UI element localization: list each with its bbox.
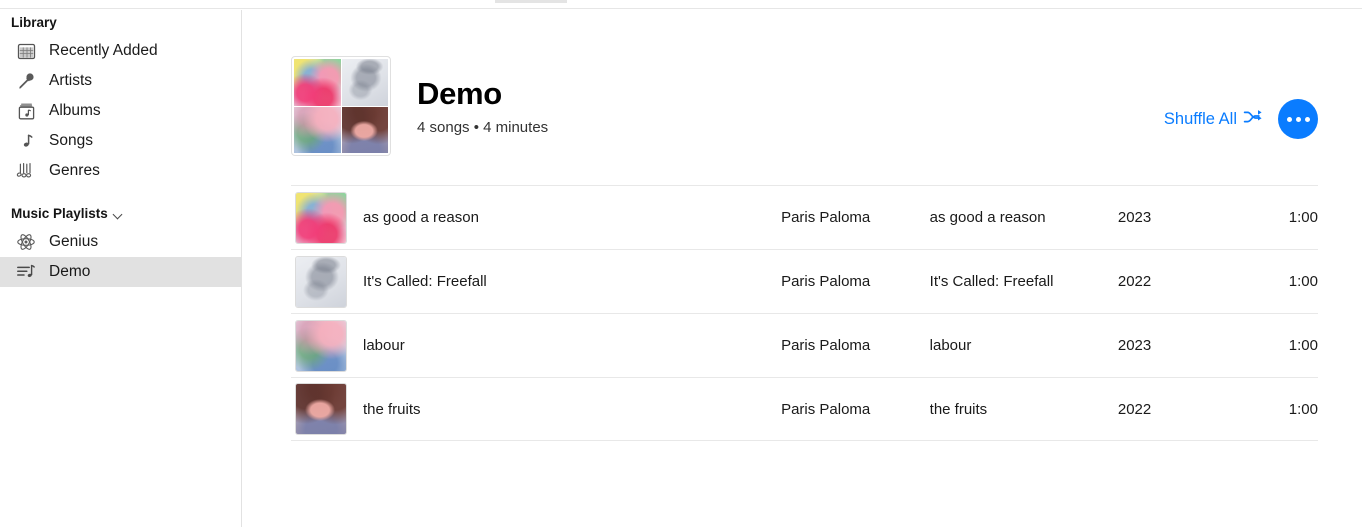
window-top-strip bbox=[0, 0, 1362, 9]
sidebar-item-genres[interactable]: Genres bbox=[0, 156, 241, 186]
sidebar-item-recently-added[interactable]: Recently Added bbox=[0, 36, 241, 66]
collage-cell bbox=[341, 59, 388, 106]
sidebar-item-label: Genius bbox=[49, 233, 99, 250]
track-year: 2022 bbox=[1117, 273, 1152, 290]
sidebar: Library Recently Added Artists Albums So… bbox=[0, 10, 242, 527]
table-row[interactable]: the fruits Paris Paloma the fruits 2022 … bbox=[291, 377, 1318, 441]
sidebar-item-genius[interactable]: Genius bbox=[0, 227, 241, 257]
music-note-icon bbox=[13, 129, 39, 153]
album-icon bbox=[13, 99, 39, 123]
sidebar-item-label: Artists bbox=[49, 72, 93, 89]
track-duration: 1:00 bbox=[1288, 400, 1318, 418]
track-artwork bbox=[295, 191, 347, 244]
atom-icon bbox=[13, 230, 39, 254]
track-artist: Paris Paloma bbox=[781, 337, 871, 354]
more-options-button[interactable] bbox=[1278, 99, 1318, 139]
page-title: Demo bbox=[417, 76, 502, 111]
shuffle-all-label: Shuffle All bbox=[1163, 109, 1237, 128]
collage-cell bbox=[341, 106, 388, 153]
track-title: It's Called: Freefall bbox=[363, 273, 487, 290]
track-artist: Paris Paloma bbox=[781, 209, 871, 226]
grid-icon bbox=[13, 39, 39, 63]
track-duration: 1:00 bbox=[1288, 209, 1318, 226]
ellipsis-dot bbox=[1304, 116, 1310, 122]
collage-cell bbox=[294, 59, 341, 106]
track-artwork bbox=[295, 255, 347, 308]
tab-stub bbox=[495, 0, 567, 3]
sidebar-item-songs[interactable]: Songs bbox=[0, 126, 241, 156]
table-row[interactable]: It's Called: Freefall Paris Paloma It's … bbox=[291, 249, 1318, 313]
collage-cell bbox=[294, 106, 341, 153]
shuffle-icon bbox=[1243, 109, 1263, 130]
header-actions: Shuffle All bbox=[1164, 99, 1318, 139]
track-title: labour bbox=[363, 337, 405, 354]
track-artwork bbox=[295, 383, 347, 435]
playlist-subtitle: 4 songs • 4 minutes bbox=[417, 119, 549, 136]
track-year: 2023 bbox=[1117, 209, 1152, 226]
sidebar-item-label: Songs bbox=[49, 132, 93, 149]
sidebar-item-label: Genres bbox=[49, 162, 100, 179]
table-row[interactable]: labour Paris Paloma labour 2023 1:00 bbox=[291, 313, 1318, 377]
sidebar-item-label: Demo bbox=[49, 263, 91, 280]
playlist-header: Demo 4 songs • 4 minutes Shuffle All bbox=[291, 56, 1318, 158]
track-album: labour bbox=[929, 337, 972, 354]
ellipsis-dot bbox=[1286, 116, 1292, 122]
track-year: 2022 bbox=[1117, 400, 1152, 418]
shuffle-all-button[interactable]: Shuffle All bbox=[1164, 109, 1263, 130]
sidebar-item-demo[interactable]: Demo bbox=[0, 257, 241, 287]
track-title: as good a reason bbox=[363, 209, 479, 226]
sidebar-item-albums[interactable]: Albums bbox=[0, 96, 241, 126]
track-year: 2023 bbox=[1117, 337, 1152, 354]
track-album: as good a reason bbox=[929, 209, 1046, 226]
genres-icon bbox=[13, 159, 39, 183]
track-album: the fruits bbox=[929, 400, 988, 418]
playlist-artwork-collage bbox=[291, 56, 391, 156]
track-artist: Paris Paloma bbox=[781, 400, 871, 418]
track-artist: Paris Paloma bbox=[781, 273, 871, 290]
sidebar-item-artists[interactable]: Artists bbox=[0, 66, 241, 96]
track-duration: 1:00 bbox=[1288, 273, 1318, 290]
ellipsis-dot bbox=[1295, 116, 1301, 122]
sidebar-item-label: Albums bbox=[49, 102, 101, 119]
playlists-section-heading[interactable]: Music Playlists bbox=[0, 201, 241, 227]
main-content: Demo 4 songs • 4 minutes Shuffle All as … bbox=[243, 10, 1362, 527]
track-artwork bbox=[295, 319, 347, 372]
sidebar-item-label: Recently Added bbox=[49, 42, 158, 59]
playlists-heading-label: Music Playlists bbox=[11, 206, 108, 221]
chevron-down-icon[interactable] bbox=[113, 210, 123, 220]
track-list: as good a reason Paris Paloma as good a … bbox=[291, 185, 1318, 441]
microphone-icon bbox=[13, 69, 39, 93]
track-duration: 1:00 bbox=[1288, 337, 1318, 354]
library-section-heading: Library bbox=[0, 10, 241, 36]
playlist-icon bbox=[13, 260, 39, 284]
track-album: It's Called: Freefall bbox=[929, 273, 1054, 290]
library-heading-label: Library bbox=[11, 15, 57, 30]
table-row[interactable]: as good a reason Paris Paloma as good a … bbox=[291, 185, 1318, 249]
track-title: the fruits bbox=[363, 400, 421, 418]
playlist-header-text: Demo 4 songs • 4 minutes bbox=[417, 76, 548, 136]
